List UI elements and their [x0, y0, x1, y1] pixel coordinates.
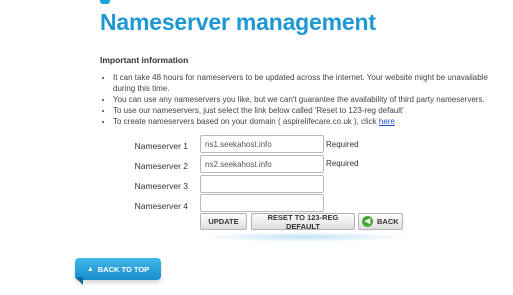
nameserver-2-required: Required: [326, 159, 359, 168]
nameserver-3-label: Nameserver 3: [134, 181, 188, 191]
nameserver-4-input[interactable]: [200, 194, 324, 212]
back-to-top-button[interactable]: ▲ BACK TO TOP: [75, 258, 161, 280]
info-item: It can take 48 hours for nameservers to …: [113, 72, 508, 94]
reset-to-default-button[interactable]: RESET TO 123-REG DEFAULT: [251, 213, 355, 231]
back-button[interactable]: ◀ BACK: [358, 213, 403, 230]
info-list: It can take 48 hours for nameservers to …: [100, 72, 508, 127]
nameserver-1-required: Required: [326, 140, 359, 149]
nameserver-1-input[interactable]: [200, 135, 324, 153]
update-button[interactable]: UPDATE: [200, 213, 247, 230]
top-decoration: [100, 0, 110, 4]
info-item-create: To create nameservers based on your doma…: [113, 116, 508, 127]
nameserver-1-label: Nameserver 1: [134, 141, 188, 151]
info-create-text: To create nameservers based on your doma…: [113, 117, 379, 126]
info-heading: Important information: [100, 55, 189, 65]
up-arrow-icon: ▲: [86, 265, 94, 273]
info-item: To use our nameservers, just select the …: [113, 105, 508, 116]
back-button-label: BACK: [377, 217, 399, 226]
nameserver-2-input[interactable]: [200, 155, 324, 173]
page-title: Nameserver management: [100, 9, 376, 35]
create-nameservers-link[interactable]: here: [379, 117, 395, 126]
button-shadow-decoration: [200, 232, 410, 242]
nameserver-3-input[interactable]: [200, 175, 324, 193]
nameserver-2-label: Nameserver 2: [134, 161, 188, 171]
nameserver-4-label: Nameserver 4: [134, 201, 188, 211]
back-to-top-label: BACK TO TOP: [97, 264, 150, 274]
info-item: You can use any nameservers you like, bu…: [113, 94, 508, 105]
back-arrow-icon: ◀: [362, 216, 373, 227]
